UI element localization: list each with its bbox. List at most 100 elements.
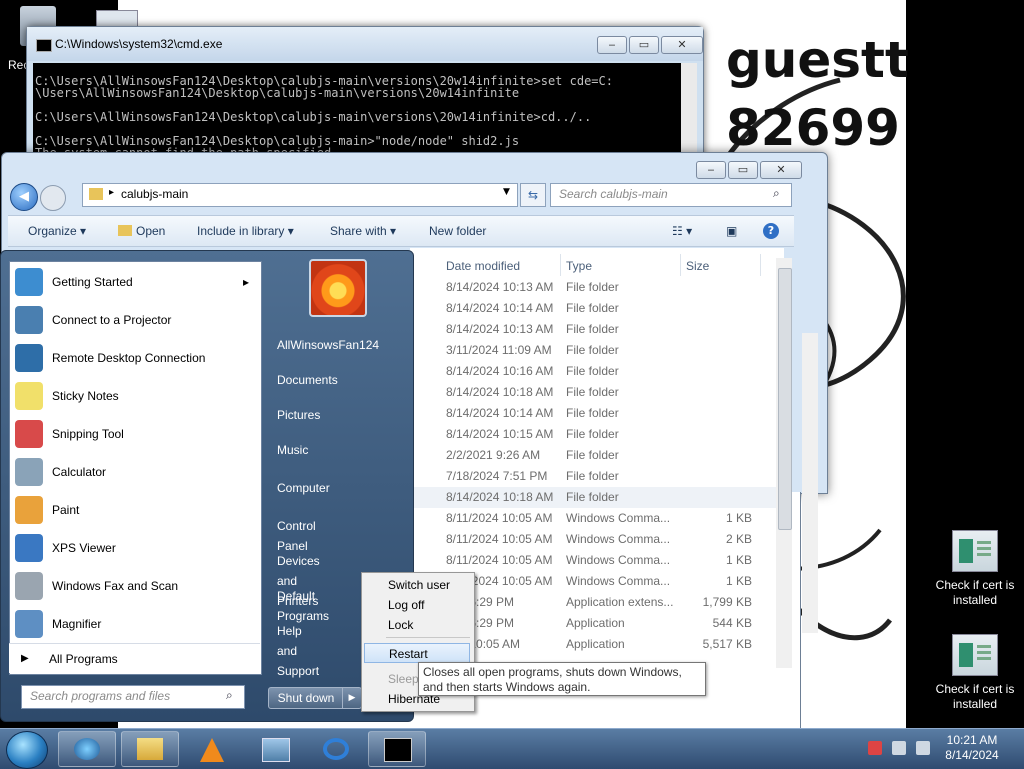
shutdown-option[interactable]: Switch user xyxy=(364,575,470,595)
start-program-item[interactable]: Sticky Notes xyxy=(10,378,261,414)
search-icon: ⌕ xyxy=(226,688,233,702)
forward-button[interactable] xyxy=(40,185,66,211)
row-date: 8/11/2024 10:05 AM xyxy=(446,553,553,567)
close-button[interactable]: ✕ xyxy=(760,161,802,179)
shutdown-options-arrow[interactable]: ▶ xyxy=(342,687,362,709)
start-program-item[interactable]: Magnifier xyxy=(10,606,261,642)
row-size: 1 KB xyxy=(725,511,752,525)
program-icon xyxy=(15,458,43,486)
taskbar-cmd[interactable] xyxy=(368,731,426,767)
chevron-down-icon[interactable]: ▼ xyxy=(503,187,510,197)
start-button[interactable] xyxy=(6,731,48,769)
shutdown-button[interactable]: Shut down xyxy=(268,687,344,709)
taskbar-vlc[interactable] xyxy=(184,731,242,767)
table-row[interactable]: 8/11/2024 10:05 AM Windows Comma... 2 KB xyxy=(410,529,776,550)
maximize-button[interactable]: ▭ xyxy=(629,36,659,54)
table-row[interactable]: 8/14/2024 10:18 AM File folder xyxy=(410,487,776,508)
program-icon xyxy=(15,496,43,524)
maximize-button[interactable]: ▭ xyxy=(728,161,758,179)
table-row[interactable]: 8/14/2024 10:13 AM File folder xyxy=(410,277,776,298)
desktop-icon-cert-2[interactable]: Check if cert is installed xyxy=(935,634,1015,712)
all-programs-button[interactable]: ▶ All Programs xyxy=(9,643,260,673)
column-size[interactable]: Size xyxy=(686,256,709,276)
taskbar: 10:21 AM 8/14/2024 xyxy=(0,728,1024,769)
table-row[interactable]: 7/18/2024 7:51 PM File folder xyxy=(410,466,776,487)
table-row[interactable]: 8/11/2024 10:05 AM Windows Comma... 1 KB xyxy=(410,550,776,571)
start-programs-pane: Getting Started ▸ Connect to a Projector Re… xyxy=(9,261,262,675)
table-row[interactable]: 8/14/2024 10:14 AM File folder xyxy=(410,298,776,319)
start-program-item[interactable]: Connect to a Projector xyxy=(10,302,261,338)
table-row[interactable]: 8/14/2024 10:18 AM File folder xyxy=(410,382,776,403)
start-right-item[interactable]: AllWinsowsFan124 xyxy=(277,335,379,355)
table-row[interactable]: 8/14/2024 10:15 AM File folder xyxy=(410,424,776,445)
column-date-modified[interactable]: Date modified xyxy=(446,256,520,276)
share-with-button[interactable]: Share with ▾ xyxy=(330,216,396,246)
start-program-item[interactable]: Paint xyxy=(10,492,261,528)
search-input[interactable]: Search calubjs-main ⌕ xyxy=(550,183,792,207)
row-type: Windows Comma... xyxy=(566,511,671,525)
start-program-item[interactable]: Calculator xyxy=(10,454,261,490)
start-right-item[interactable]: Music xyxy=(277,440,308,460)
explorer-right-scrollbar[interactable] xyxy=(802,333,818,633)
breadcrumb[interactable]: calubjs-main xyxy=(121,187,188,201)
refresh-icon[interactable]: ⇆ xyxy=(520,183,546,207)
start-right-item[interactable]: Control Panel xyxy=(277,516,316,553)
file-list-scrollbar[interactable] xyxy=(776,258,792,668)
view-options-icon[interactable]: ☷ ▾ xyxy=(672,216,692,246)
open-button[interactable]: Open xyxy=(118,216,165,246)
shutdown-option[interactable]: Lock xyxy=(364,615,470,635)
start-program-item[interactable]: XPS Viewer xyxy=(10,530,261,566)
taskbar-ie[interactable] xyxy=(307,731,365,767)
start-program-item[interactable]: Windows Fax and Scan xyxy=(10,568,261,604)
user-avatar[interactable] xyxy=(309,259,367,317)
close-button[interactable]: ✕ xyxy=(661,36,703,54)
program-label: Sticky Notes xyxy=(52,389,119,403)
preview-pane-icon[interactable]: ▣ xyxy=(726,216,737,246)
table-row[interactable]: 8/14/2024 10:14 AM File folder xyxy=(410,403,776,424)
start-right-item[interactable]: Pictures xyxy=(277,405,320,425)
start-right-item[interactable]: Computer xyxy=(277,478,330,498)
row-type: Application extens... xyxy=(566,595,674,609)
row-date: 8/14/2024 10:14 AM xyxy=(446,301,554,315)
taskbar-photo-viewer[interactable] xyxy=(246,731,304,767)
desktop-icon-cert-1[interactable]: Check if cert is installed xyxy=(935,530,1015,608)
start-right-item[interactable]: Documents xyxy=(277,370,338,390)
shutdown-option[interactable]: Restart xyxy=(364,643,470,663)
volume-muted-icon[interactable] xyxy=(916,741,930,755)
shutdown-option[interactable]: Log off xyxy=(364,595,470,615)
row-date: 8/14/2024 10:13 AM xyxy=(446,280,554,294)
taskbar-explorer[interactable] xyxy=(121,731,179,767)
table-row[interactable]: 8/14/2024 10:13 AM File folder xyxy=(410,319,776,340)
table-row[interactable]: 2/2/2021 9:26 AM File folder xyxy=(410,445,776,466)
help-icon[interactable]: ? xyxy=(763,223,779,239)
row-type: Application xyxy=(566,637,625,651)
row-type: File folder xyxy=(566,364,619,378)
program-icon xyxy=(15,572,43,600)
start-right-item[interactable]: Help and Support xyxy=(277,621,319,678)
column-type[interactable]: Type xyxy=(566,256,592,276)
scrollbar-thumb[interactable] xyxy=(778,268,792,530)
start-program-item[interactable]: Getting Started ▸ xyxy=(10,264,261,300)
back-button[interactable]: ◀ xyxy=(10,183,38,211)
minimize-button[interactable]: ‒ xyxy=(597,36,627,54)
row-type: Windows Comma... xyxy=(566,553,671,567)
include-library-button[interactable]: Include in library ▾ xyxy=(197,216,294,246)
address-bar[interactable]: ▸ calubjs-main ▼ xyxy=(82,183,518,207)
start-search-placeholder: Search programs and files xyxy=(30,689,171,703)
action-center-icon[interactable] xyxy=(868,741,882,755)
start-program-item[interactable]: Remote Desktop Connection xyxy=(10,340,261,376)
start-program-item[interactable]: Snipping Tool xyxy=(10,416,261,452)
start-search-input[interactable]: Search programs and files ⌕ xyxy=(21,685,245,709)
minimize-button[interactable]: ‒ xyxy=(696,161,726,179)
toolbar: Organize ▾ Open Include in library ▾ Sha… xyxy=(8,215,794,247)
network-icon[interactable] xyxy=(892,741,906,755)
taskbar-media-player[interactable] xyxy=(58,731,116,767)
clock[interactable]: 10:21 AM 8/14/2024 xyxy=(942,733,1002,763)
table-row[interactable]: 8/14/2024 10:16 AM File folder xyxy=(410,361,776,382)
table-row[interactable]: 3/11/2024 11:09 AM File folder xyxy=(410,340,776,361)
start-right-item[interactable]: Default Programs xyxy=(277,586,329,623)
new-folder-button[interactable]: New folder xyxy=(429,216,486,246)
table-row[interactable]: 8/11/2024 10:05 AM Windows Comma... 1 KB xyxy=(410,508,776,529)
start-right-item[interactable]: Devices and Printers xyxy=(277,551,320,608)
organize-button[interactable]: Organize ▾ xyxy=(28,216,86,246)
